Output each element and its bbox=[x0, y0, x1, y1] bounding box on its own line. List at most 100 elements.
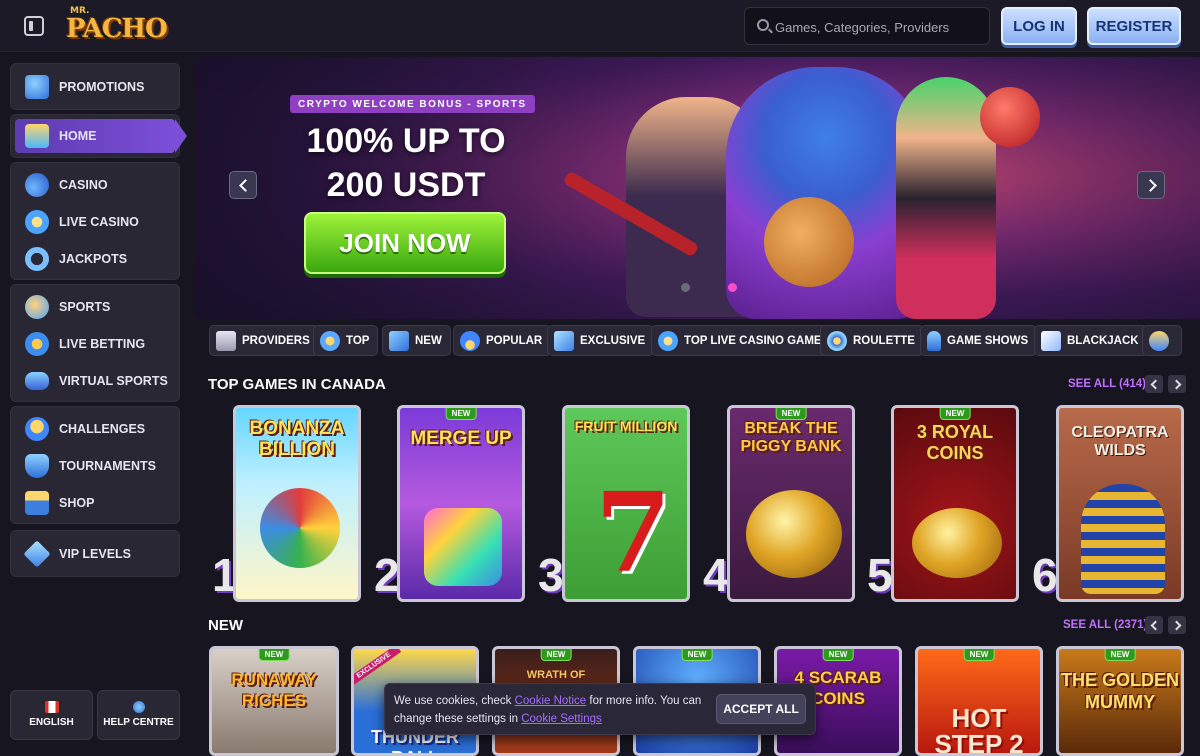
roulette-icon bbox=[827, 330, 847, 351]
sidebar-toggle-icon[interactable] bbox=[24, 16, 44, 36]
login-button[interactable]: LOG IN bbox=[1001, 7, 1077, 45]
top-games-next[interactable] bbox=[1168, 375, 1186, 393]
new-badge: NEW bbox=[681, 649, 713, 661]
category-providers[interactable]: PROVIDERS bbox=[209, 325, 319, 356]
exclusive-badge: EXCLUSIVE bbox=[354, 649, 401, 687]
game-title: THE GOLDEN MUMMY bbox=[1060, 670, 1179, 712]
chip-icon bbox=[25, 210, 49, 234]
flame-icon bbox=[460, 330, 480, 351]
sidebar-group-promotions: PROMOTIONS bbox=[10, 63, 180, 110]
cookie-notice-link[interactable]: Cookie Notice bbox=[515, 695, 587, 707]
game-card[interactable]: NEW BREAK THE PIGGY BANK bbox=[727, 405, 855, 602]
new-games-prev[interactable] bbox=[1145, 616, 1163, 634]
category-game-shows[interactable]: GAME SHOWS bbox=[920, 325, 1038, 356]
diamond-icon bbox=[554, 330, 574, 351]
trophy-icon bbox=[25, 454, 49, 478]
category-top-live-casino[interactable]: TOP LIVE CASINO GAMES bbox=[651, 325, 839, 356]
sidebar-item-promotions[interactable]: PROMOTIONS bbox=[15, 70, 175, 104]
category-exclusive[interactable]: EXCLUSIVE bbox=[547, 325, 655, 356]
cookie-text-part: We use cookies, check bbox=[394, 695, 515, 707]
game-card[interactable]: NEW RUNAWAY RICHES bbox=[209, 646, 339, 756]
category-blackjack[interactable]: BLACKJACK bbox=[1034, 325, 1148, 356]
help-centre-button[interactable]: HELP CENTRE bbox=[97, 690, 180, 740]
sidebar-item-tournaments[interactable]: TOURNAMENTS bbox=[15, 449, 175, 483]
join-now-button[interactable]: JOIN NOW bbox=[304, 212, 506, 274]
sidebar-item-sports[interactable]: SPORTS bbox=[15, 290, 175, 324]
sidebar-item-label: SHOP bbox=[59, 496, 95, 510]
canada-flag-icon bbox=[44, 701, 59, 713]
new-badge: NEW bbox=[963, 649, 995, 661]
category-label: POPULAR bbox=[486, 334, 543, 347]
sidebar-item-vip-levels[interactable]: VIP LEVELS bbox=[15, 537, 175, 571]
logo-text: PACHO bbox=[66, 14, 168, 44]
top-games-see-all[interactable]: SEE ALL (414) bbox=[1068, 378, 1146, 390]
new-badge: NEW bbox=[258, 649, 290, 661]
sidebar-item-live-casino[interactable]: LIVE CASINO bbox=[15, 205, 175, 239]
game-card[interactable]: CLEOPATRA WILDS bbox=[1056, 405, 1184, 602]
sidebar-item-label: TOURNAMENTS bbox=[59, 459, 156, 473]
sidebar-group-sports: SPORTS LIVE BETTING VIRTUAL SPORTS bbox=[10, 284, 180, 402]
sidebar-item-live-betting[interactable]: LIVE BETTING bbox=[15, 327, 175, 361]
microphone-icon bbox=[927, 330, 941, 351]
accept-all-button[interactable]: ACCEPT ALL bbox=[716, 694, 806, 724]
category-label: ROULETTE bbox=[853, 334, 915, 347]
carousel-dot-1[interactable] bbox=[681, 283, 690, 292]
game-card[interactable]: NEW HOT STEP 2 bbox=[915, 646, 1043, 756]
promo-banner[interactable]: CRYPTO WELCOME BONUS - SPORTS 100% UP TO… bbox=[196, 57, 1200, 319]
gamepad-icon bbox=[25, 372, 49, 390]
cookie-banner: We use cookies, check Cookie Notice for … bbox=[384, 683, 816, 735]
bonus-headline: 100% UP TO 200 USDT bbox=[276, 119, 536, 207]
game-title: RUNAWAY RICHES bbox=[231, 670, 317, 710]
site-logo[interactable]: MR. PACHO bbox=[66, 6, 168, 46]
category-more[interactable] bbox=[1142, 325, 1182, 356]
sidebar-item-shop[interactable]: SHOP bbox=[15, 486, 175, 520]
category-roulette[interactable]: ROULETTE bbox=[820, 325, 924, 356]
sidebar-item-virtual-sports[interactable]: VIRTUAL SPORTS bbox=[15, 364, 175, 398]
new-badge: NEW bbox=[540, 649, 572, 661]
language-button[interactable]: ENGLISH bbox=[10, 690, 93, 740]
category-top[interactable]: TOP bbox=[313, 325, 379, 356]
category-popular[interactable]: POPULAR bbox=[453, 325, 552, 356]
sidebar-item-jackpots[interactable]: JACKPOTS bbox=[15, 242, 175, 276]
help-centre-label: HELP CENTRE bbox=[103, 717, 174, 728]
game-card[interactable]: NEW MERGE UP bbox=[397, 405, 525, 602]
category-label: GAME SHOWS bbox=[947, 334, 1029, 347]
category-new[interactable]: NEW bbox=[382, 325, 451, 356]
game-card[interactable]: NEW 3 ROYAL COINS bbox=[891, 405, 1019, 602]
new-badge: NEW bbox=[822, 649, 854, 661]
play-icon bbox=[25, 332, 49, 356]
sidebar-group-challenges: CHALLENGES TOURNAMENTS SHOP bbox=[10, 406, 180, 524]
new-games-see-all[interactable]: SEE ALL (2371) bbox=[1063, 619, 1147, 631]
rank-number: 3 bbox=[538, 549, 564, 601]
sidebar-group-casino: CASINO LIVE CASINO JACKPOTS bbox=[10, 162, 180, 280]
top-games-prev[interactable] bbox=[1145, 375, 1163, 393]
search-input[interactable] bbox=[775, 16, 980, 38]
game-card[interactable]: BONANZA BILLION bbox=[233, 405, 361, 602]
sidebar-item-label: LIVE CASINO bbox=[59, 215, 139, 229]
diamond-icon bbox=[23, 540, 51, 568]
game-card[interactable]: FRUIT MILLION 7 bbox=[562, 405, 690, 602]
cherries-icon bbox=[25, 173, 49, 197]
sidebar-item-casino[interactable]: CASINO bbox=[15, 168, 175, 202]
register-button[interactable]: REGISTER bbox=[1087, 7, 1181, 45]
cookie-settings-link[interactable]: Cookie Settings bbox=[521, 713, 602, 725]
category-label: BLACKJACK bbox=[1067, 334, 1139, 347]
game-title: CLEOPATRA WILDS bbox=[1071, 424, 1169, 459]
sidebar-item-challenges[interactable]: CHALLENGES bbox=[15, 412, 175, 446]
carousel-dot-2[interactable] bbox=[728, 283, 737, 292]
sidebar-item-home[interactable]: HOME bbox=[15, 119, 187, 153]
carousel-next-button[interactable] bbox=[1137, 171, 1165, 199]
sidebar-item-label: SPORTS bbox=[59, 300, 111, 314]
scroll-icon bbox=[216, 330, 236, 351]
rank-number: 4 bbox=[703, 549, 729, 601]
rank-number: 6 bbox=[1032, 549, 1058, 601]
gift-icon bbox=[25, 75, 49, 99]
carousel-prev-button[interactable] bbox=[229, 171, 257, 199]
game-card[interactable]: NEW THE GOLDEN MUMMY bbox=[1056, 646, 1184, 756]
sidebar-item-label: PROMOTIONS bbox=[59, 80, 145, 94]
new-badge: NEW bbox=[1104, 649, 1136, 661]
new-games-next[interactable] bbox=[1168, 616, 1186, 634]
magnet-icon bbox=[25, 247, 49, 271]
search-box[interactable] bbox=[744, 7, 990, 45]
sidebar-group-home: HOME bbox=[10, 114, 187, 158]
